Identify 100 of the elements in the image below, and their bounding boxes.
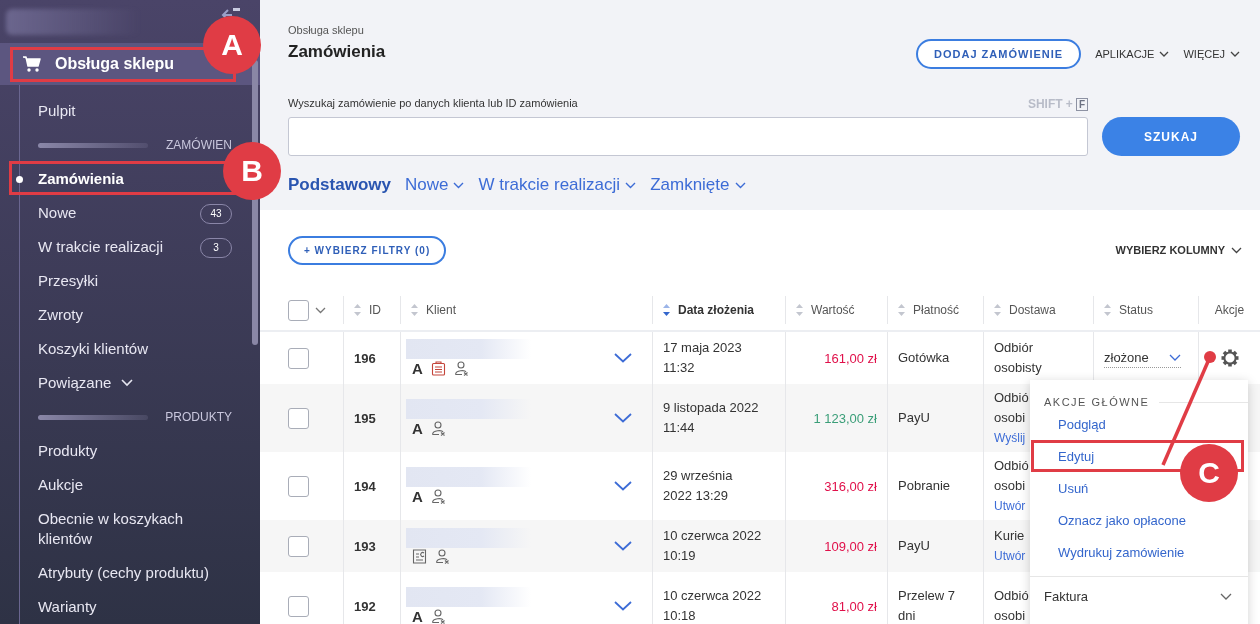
user-x-icon bbox=[453, 361, 469, 376]
user-x-icon bbox=[435, 549, 450, 564]
expand-chevron-icon[interactable] bbox=[614, 481, 632, 491]
chevron-icon bbox=[1231, 246, 1242, 254]
chevron-icon[interactable] bbox=[315, 306, 326, 314]
payment-method: Gotówka bbox=[898, 349, 950, 367]
menu-item[interactable]: Wydrukuj zamówienie bbox=[1058, 544, 1185, 560]
sidebar-item[interactable]: Zamówienia bbox=[38, 169, 124, 189]
search-field[interactable] bbox=[288, 117, 1088, 156]
letter-icon: A bbox=[412, 360, 423, 377]
row-checkbox[interactable] bbox=[288, 535, 309, 557]
order-id: 195 bbox=[354, 410, 376, 426]
document-icon bbox=[412, 549, 427, 564]
sidebar-item[interactable]: Obecnie w koszykach klientów bbox=[38, 509, 238, 549]
sidebar-item[interactable]: Atrybuty (cechy produktu) bbox=[38, 563, 209, 583]
delivery-link[interactable]: Wyślij bbox=[994, 428, 1026, 448]
search-button[interactable]: SZUKAJ bbox=[1102, 117, 1240, 156]
cart-icon bbox=[23, 56, 41, 72]
menu-item[interactable]: Podgląd bbox=[1058, 416, 1106, 432]
expand-chevron-icon[interactable] bbox=[614, 601, 632, 611]
columns-button[interactable]: WYBIERZ KOLUMNY bbox=[1115, 244, 1242, 256]
row-checkbox[interactable] bbox=[288, 347, 309, 369]
tab[interactable]: Nowe bbox=[404, 172, 465, 198]
sidebar-item[interactable]: Przesyłki bbox=[38, 271, 98, 291]
order-date: 29 września 2022 13:29 bbox=[663, 467, 733, 505]
payment-method: Pobranie bbox=[898, 477, 951, 495]
delivery-link[interactable]: Utwór bbox=[994, 546, 1026, 566]
menu-item[interactable]: Edytuj bbox=[1058, 448, 1095, 464]
shortcut-hint: SHIFT + F bbox=[1027, 97, 1088, 111]
row-checkbox[interactable] bbox=[288, 595, 309, 617]
order-date: 10 czerwca 2022 10:19 bbox=[663, 527, 762, 565]
order-value: 316,00 zł bbox=[824, 478, 877, 494]
order-id: 193 bbox=[354, 538, 376, 554]
settings-icon[interactable] bbox=[1220, 349, 1239, 367]
column-header[interactable]: Data złożenia bbox=[678, 303, 755, 317]
sort-icon[interactable] bbox=[663, 304, 670, 316]
sidebar-item[interactable]: Zwroty bbox=[38, 305, 83, 325]
sidebar-item[interactable]: Warianty bbox=[38, 597, 97, 617]
sidebar-item[interactable]: Powiązane bbox=[38, 373, 134, 393]
callout-badge: C bbox=[1180, 444, 1238, 502]
menu-button[interactable]: APLIKACJE bbox=[1095, 48, 1170, 60]
delivery-link[interactable]: Utwór bbox=[994, 496, 1026, 516]
delivery-method: Odbió osobi bbox=[994, 587, 1029, 624]
menu-item[interactable]: Oznacz jako opłacone bbox=[1058, 512, 1186, 528]
delivery-method: Odbiór osobisty bbox=[994, 339, 1042, 377]
row-checkbox[interactable] bbox=[288, 407, 309, 429]
sidebar-item[interactable]: Produkty bbox=[38, 441, 98, 461]
expand-chevron-icon[interactable] bbox=[614, 541, 632, 551]
menu-heading: AKCJE GŁÓWNE bbox=[1044, 396, 1150, 408]
order-id: 196 bbox=[354, 350, 376, 366]
chevron-icon bbox=[1230, 51, 1240, 57]
section-heading: PRODUKTY bbox=[165, 410, 232, 424]
payment-method: PayU bbox=[898, 537, 930, 555]
payment-method: Przelew 7 dni bbox=[898, 587, 957, 624]
sidebar-item[interactable]: Koszyki klientów bbox=[38, 339, 149, 359]
delivery-method: Kurie bbox=[994, 527, 1025, 545]
search-label: Wyszukaj zamówienie po danych klienta lub ID zamówienia bbox=[288, 97, 578, 111]
order-value: 109,00 zł bbox=[824, 538, 877, 554]
tab[interactable]: Zamknięte bbox=[650, 172, 746, 198]
sidebar-item[interactable]: Pulpit bbox=[38, 101, 76, 121]
payment-method: PayU bbox=[898, 409, 930, 427]
status-dropdown[interactable]: złożone bbox=[1104, 348, 1181, 368]
delivery-method: Odbió osobi bbox=[994, 389, 1029, 427]
column-header[interactable]: Status bbox=[1119, 303, 1154, 317]
letter-icon: A bbox=[412, 608, 423, 624]
delivery-method: Odbió osobi bbox=[994, 457, 1029, 495]
section-heading: ZAMÓWIEN bbox=[166, 138, 232, 152]
order-id: 194 bbox=[354, 478, 376, 494]
order-date: 17 maja 2023 11:32 bbox=[663, 339, 742, 377]
column-header[interactable]: Klient bbox=[426, 303, 457, 317]
row-checkbox[interactable] bbox=[288, 475, 309, 497]
tab[interactable]: W trakcie realizacji bbox=[478, 172, 637, 198]
clipboard-icon bbox=[430, 361, 446, 376]
user-x-icon bbox=[430, 421, 446, 436]
callout-badge: A bbox=[203, 16, 261, 74]
column-header[interactable]: Dostawa bbox=[1009, 303, 1056, 317]
column-header[interactable]: ID bbox=[369, 303, 381, 317]
order-date: 10 czerwca 2022 10:18 bbox=[663, 587, 762, 624]
letter-icon: A bbox=[412, 488, 423, 505]
menu-button[interactable]: WIĘCEJ bbox=[1183, 48, 1240, 60]
column-header[interactable]: Płatność bbox=[913, 303, 960, 317]
menu-section[interactable]: Faktura bbox=[1044, 589, 1089, 604]
column-header[interactable]: Akcje bbox=[1214, 303, 1245, 317]
menu-item[interactable]: Usuń bbox=[1058, 480, 1089, 496]
order-date: 9 listopada 2022 11:44 bbox=[663, 399, 759, 437]
chevron-icon[interactable] bbox=[1220, 593, 1232, 600]
add-order-button[interactable]: DODAJ ZAMÓWIENIE bbox=[916, 39, 1082, 69]
filters-button[interactable]: + WYBIERZ FILTRY (0) bbox=[288, 235, 447, 265]
breadcrumb[interactable]: Obsługa sklepu bbox=[288, 24, 386, 36]
sidebar-item[interactable]: Nowe bbox=[38, 203, 77, 223]
order-id: 192 bbox=[354, 598, 376, 614]
order-value: 1 123,00 zł bbox=[813, 410, 877, 426]
select-all-checkbox[interactable] bbox=[288, 299, 309, 321]
expand-chevron-icon[interactable] bbox=[614, 353, 632, 363]
column-header[interactable]: Wartość bbox=[811, 303, 855, 317]
sidebar-item[interactable]: Aukcje bbox=[38, 475, 84, 495]
expand-chevron-icon[interactable] bbox=[614, 413, 632, 423]
sidebar-item[interactable]: W trakcie realizacji bbox=[38, 237, 164, 257]
order-value: 161,00 zł bbox=[824, 350, 877, 366]
chevron-icon bbox=[1168, 354, 1181, 361]
